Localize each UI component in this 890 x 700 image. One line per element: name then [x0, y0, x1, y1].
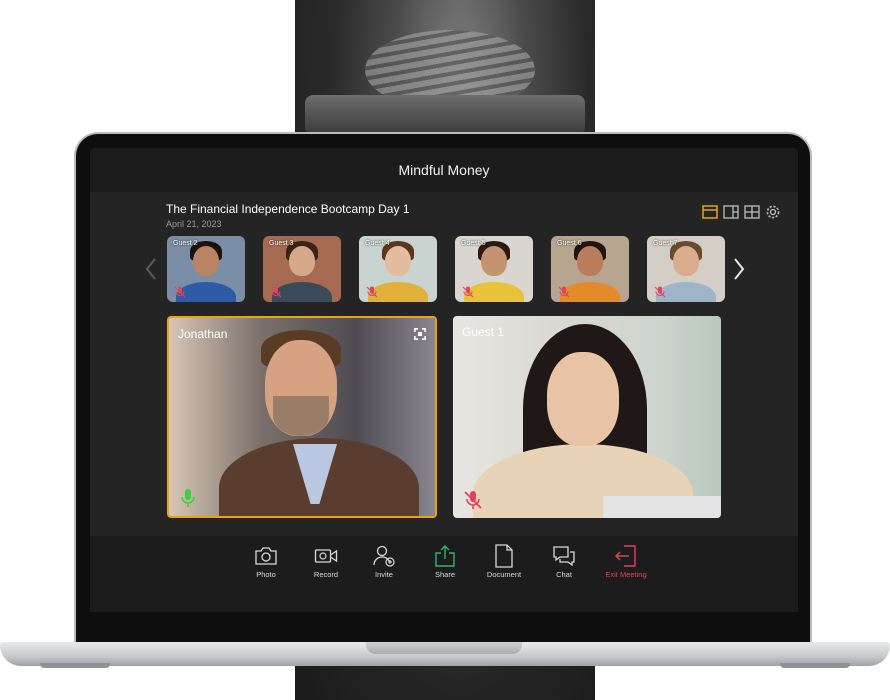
person-face — [289, 246, 315, 276]
invite-label: Invite — [375, 570, 393, 579]
share-icon — [433, 544, 457, 568]
sidebar-view-icon[interactable] — [723, 204, 739, 220]
grid-view-icon[interactable] — [744, 204, 760, 220]
person-face — [385, 246, 411, 276]
camera-icon — [254, 544, 278, 568]
fullscreen-icon[interactable] — [414, 327, 426, 340]
laptop-notch — [366, 642, 522, 654]
document-button[interactable]: Document — [474, 544, 534, 588]
guest-label: Guest 6 — [557, 240, 582, 247]
window-title-bar: Mindful Money — [90, 148, 798, 192]
person-face — [547, 352, 619, 446]
meeting-toolbar: Photo Record Invite Share Document Chat … — [90, 536, 798, 612]
person-face — [577, 246, 603, 276]
microphone-muted-icon — [174, 285, 186, 298]
person-face — [481, 246, 507, 276]
chat-button[interactable]: Chat — [534, 544, 594, 588]
guest-thumbnail[interactable]: Guest 6 — [551, 236, 629, 302]
guest-label: Guest 3 — [269, 240, 294, 247]
tile-name-label: Guest 1 — [462, 325, 505, 339]
guest-label: Guest 7 — [653, 240, 678, 247]
share-button[interactable]: Share — [415, 544, 475, 588]
person-face — [673, 246, 699, 276]
settings-gear-icon[interactable] — [765, 204, 781, 220]
laptop-foot — [780, 663, 850, 668]
guest-label: Guest 5 — [461, 240, 486, 247]
guest-thumbnail[interactable]: Guest 2 — [167, 236, 245, 302]
document-label: Document — [486, 570, 522, 579]
layout-toolbar — [702, 204, 781, 220]
add-user-icon — [372, 544, 396, 568]
app-screen: Mindful Money The Financial Independence… — [90, 148, 798, 612]
guest-thumbnail[interactable]: Guest 4 — [359, 236, 437, 302]
person-face — [193, 246, 219, 276]
microphone-muted-icon — [270, 285, 282, 298]
window-title: Mindful Money — [398, 162, 490, 178]
microphone-muted-icon — [463, 490, 482, 510]
guest-label: Guest 4 — [365, 240, 390, 247]
tile-name-label: Jonathan — [178, 327, 228, 341]
jar-graphic — [305, 95, 585, 135]
video-camera-icon — [314, 544, 338, 568]
meeting-date: April 21, 2023 — [166, 219, 222, 229]
microphone-muted-icon — [558, 285, 570, 298]
microphone-muted-icon — [366, 285, 378, 298]
chat-icon — [552, 544, 576, 568]
photo-label: Photo — [256, 570, 276, 579]
meeting-title: The Financial Independence Bootcamp Day … — [166, 202, 410, 216]
guest-label: Guest 2 — [173, 240, 198, 247]
guest-thumbnail[interactable]: Guest 5 — [455, 236, 533, 302]
person-beard — [273, 396, 329, 436]
invite-button[interactable]: Invite — [354, 544, 414, 588]
document-icon — [492, 544, 516, 568]
microphone-muted-icon — [462, 285, 474, 298]
microphone-muted-icon — [654, 285, 666, 298]
guest-thumbnail[interactable]: Guest 3 — [263, 236, 341, 302]
laptop-in-frame — [603, 496, 721, 518]
exit-icon — [614, 544, 638, 568]
video-tile-jonathan[interactable]: Jonathan — [167, 316, 437, 518]
speaker-view-icon[interactable] — [702, 204, 718, 220]
video-tile-guest-1[interactable]: Guest 1 — [453, 316, 721, 518]
record-button[interactable]: Record — [296, 544, 356, 588]
photo-button[interactable]: Photo — [236, 544, 296, 588]
laptop-foot — [40, 663, 110, 668]
record-label: Record — [313, 570, 339, 579]
chat-label: Chat — [556, 570, 572, 579]
microphone-on-icon — [179, 488, 197, 508]
next-guests-button[interactable] — [728, 254, 750, 284]
guest-thumbnail[interactable]: Guest 7 — [647, 236, 725, 302]
share-label: Share — [434, 570, 455, 579]
prev-guests-button[interactable] — [140, 254, 162, 284]
exit-meeting-label: Exit Meeting — [605, 570, 647, 579]
exit-meeting-button[interactable]: Exit Meeting — [596, 544, 656, 588]
